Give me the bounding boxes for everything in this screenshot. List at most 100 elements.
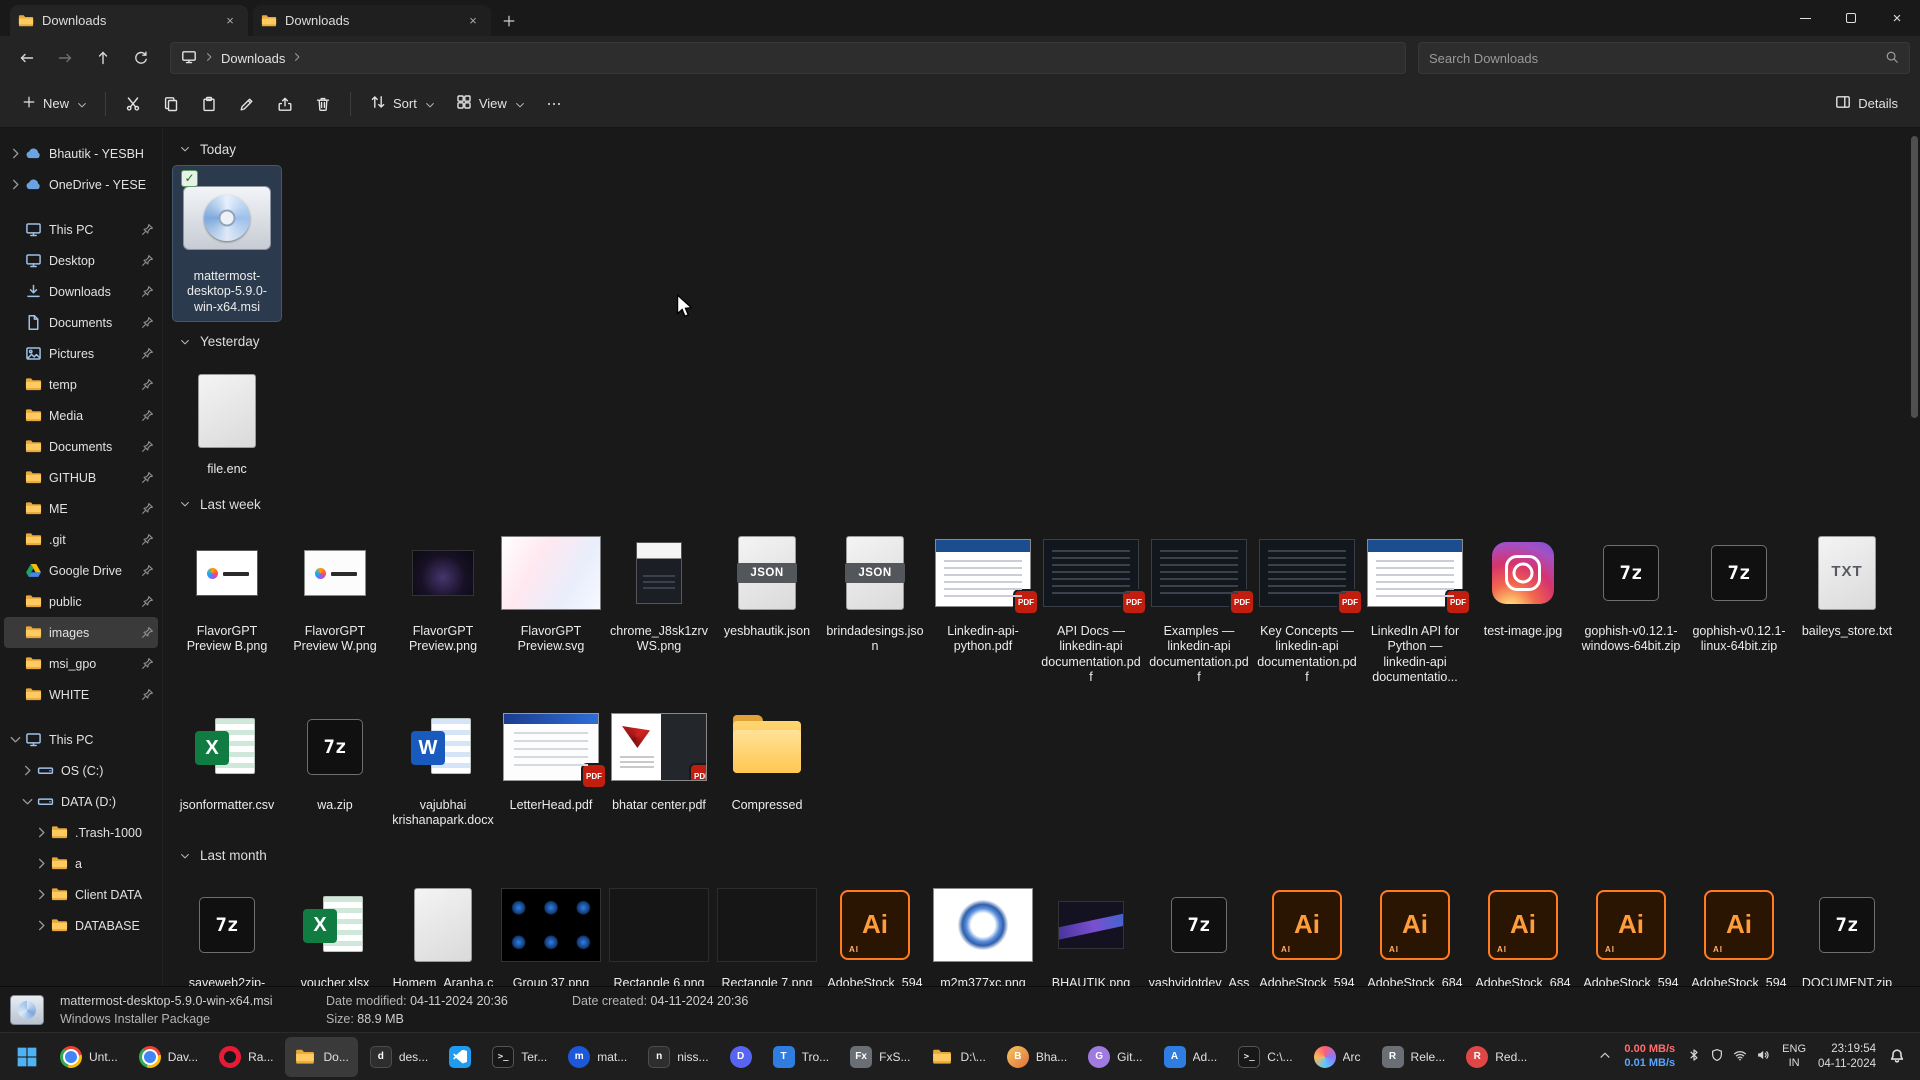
file-tile-flavorgpt-preview-w-png[interactable]: FlavorGPT Preview W.png [281, 521, 389, 661]
address-input[interactable]: Downloads [170, 42, 1406, 74]
tray-shield[interactable] [1710, 1048, 1724, 1065]
sidebar-item-documents[interactable]: Documents [4, 307, 158, 338]
file-tile-vajubhai-krishanapark-docx[interactable]: W vajubhai krishanapark.docx [389, 695, 497, 835]
sidebar-item-temp[interactable]: temp [4, 369, 158, 400]
back-button[interactable] [10, 42, 44, 74]
sidebar-item-a[interactable]: a [4, 848, 158, 879]
sidebar-item-this-pc[interactable]: This PC [4, 214, 158, 245]
taskbar-app-ter[interactable]: >_Ter... [483, 1037, 556, 1077]
taskbar-app-bha[interactable]: BBha... [998, 1037, 1076, 1077]
file-tile-yesbhautik-json[interactable]: JSON yesbhautik.json [713, 521, 821, 645]
sidebar-item-white[interactable]: WHITE [4, 679, 158, 710]
file-tile-linkedin-api-for-python-linkedin-api-documentatio[interactable]: PDF LinkedIn API for Python — linkedin-a… [1361, 521, 1469, 691]
sidebar-item-git[interactable]: .git [4, 524, 158, 555]
sidebar-item-database[interactable]: DATABASE [4, 910, 158, 941]
start-button[interactable] [6, 1037, 48, 1077]
group-header[interactable]: Last week [173, 487, 1908, 521]
file-tile-mattermost-desktop-5-9-0-win-x64-msi[interactable]: ✓ mattermost-desktop-5.9.0-win-x64.msi [173, 166, 281, 321]
file-tile-adobestock-594399656-ai[interactable]: Ai AdobeStock_594399656.ai [1685, 873, 1793, 987]
file-tile-adobestock-594399656-copy-ai[interactable]: Ai AdobeStock_594399656 - Copy.ai [1577, 873, 1685, 987]
file-tile-chrome-j8sk1zrvws-png[interactable]: chrome_J8sk1zrvWS.png [605, 521, 713, 661]
file-tile-wa-zip[interactable]: 7z wa.zip [281, 695, 389, 819]
file-tile-test-image-jpg[interactable]: test-image.jpg [1469, 521, 1577, 645]
paste-button[interactable] [191, 86, 227, 122]
notifications-bell-icon[interactable] [1888, 1046, 1906, 1067]
file-tile-adobestock-594399656-converted-copy-ai[interactable]: Ai AdobeStock_594399656 [Converted] copy… [1253, 873, 1361, 987]
group-header[interactable]: Yesterday [173, 325, 1908, 359]
close-button[interactable]: × [1874, 0, 1920, 36]
sidebar-item-bhautik-yesbh[interactable]: Bhautik - YESBH [4, 138, 158, 169]
file-tile-flavorgpt-preview-b-png[interactable]: FlavorGPT Preview B.png [173, 521, 281, 661]
file-tile-file-enc[interactable]: file.enc [173, 359, 281, 483]
file-tile-rectangle-7-png[interactable]: Rectangle 7.png [713, 873, 821, 987]
sort-button[interactable]: Sort [360, 86, 444, 122]
file-tile-yashvidotdev-assignmentrepo-main-zip[interactable]: 7z yashvidotdev_AssignmentRepo-main.zip [1145, 873, 1253, 987]
file-tile-voucher-xlsx[interactable]: X voucher.xlsx [281, 873, 389, 987]
file-tile-key-concepts-linkedin-api-documentation-pdf[interactable]: PDF Key Concepts — linkedin-api document… [1253, 521, 1361, 691]
file-tile-adobestock-684401528-ai[interactable]: Ai AdobeStock_684401528.ai [1469, 873, 1577, 987]
file-tile-homem-aranha-cdr[interactable]: Homem_Aranha.cdr [389, 873, 497, 987]
forward-button[interactable] [48, 42, 82, 74]
tray-expand-icon[interactable] [1598, 1048, 1612, 1065]
file-tile-brindadesings-json[interactable]: JSON brindadesings.json [821, 521, 929, 661]
sidebar-item-client-data[interactable]: Client DATA [4, 879, 158, 910]
new-button[interactable]: New [12, 86, 96, 122]
tray-bluetooth[interactable] [1687, 1048, 1701, 1065]
taskbar-app-ra[interactable]: Ra... [210, 1037, 282, 1077]
copy-button[interactable] [153, 86, 189, 122]
taskbar-app-discord[interactable]: D [721, 1037, 761, 1077]
sidebar-item-pictures[interactable]: Pictures [4, 338, 158, 369]
file-tile-group-37-png[interactable]: Group 37.png [497, 873, 605, 987]
taskbar-app-des[interactable]: ddes... [361, 1037, 437, 1077]
sidebar-item-this-pc[interactable]: This PC [4, 724, 158, 755]
file-tile-bhatar-center-pdf[interactable]: PDF bhatar center.pdf [605, 695, 713, 819]
sidebar-item-downloads[interactable]: Downloads [4, 276, 158, 307]
sidebar-item-images[interactable]: images [4, 617, 158, 648]
taskbar-app-arc[interactable]: Arc [1305, 1037, 1370, 1077]
file-tile-linkedin-api-python-pdf[interactable]: PDF Linkedin-api-python.pdf [929, 521, 1037, 661]
sidebar-item-github[interactable]: GITHUB [4, 462, 158, 493]
taskbar-app-rele[interactable]: RRele... [1373, 1037, 1455, 1077]
file-tile-compressed[interactable]: Compressed [713, 695, 821, 819]
new-tab-button[interactable] [493, 5, 525, 36]
net-speed-indicator[interactable]: 0.00 MB/s 0.01 MB/s [1624, 1043, 1675, 1071]
file-list-area[interactable]: Today ✓ mattermost-desktop-5.9.0-win-x64… [162, 128, 1920, 986]
file-tile-examples-linkedin-api-documentation-pdf[interactable]: PDF Examples — linkedin-api documentatio… [1145, 521, 1253, 691]
file-tile-flavorgpt-preview-svg[interactable]: FlavorGPT Preview.svg [497, 521, 605, 661]
up-button[interactable] [86, 42, 120, 74]
file-tile-bhautik-png[interactable]: BHAUTIK.png [1037, 873, 1145, 987]
file-tile-saveweb2zip-com-www-harness-io-zip[interactable]: 7z saveweb2zip-com-www-harness-io.zip [173, 873, 281, 987]
view-button[interactable]: View [446, 86, 534, 122]
search-box[interactable] [1418, 42, 1910, 74]
file-tile-flavorgpt-preview-png[interactable]: FlavorGPT Preview.png [389, 521, 497, 661]
tray-volume[interactable] [1756, 1048, 1770, 1065]
share-button[interactable] [267, 86, 303, 122]
language-indicator[interactable]: ENG IN [1782, 1043, 1806, 1071]
taskbar-app-fxs[interactable]: FxFxS... [841, 1037, 919, 1077]
sidebar-item-trash-1000[interactable]: .Trash-1000 [4, 817, 158, 848]
group-header[interactable]: Last month [173, 839, 1908, 873]
file-tile-letterhead-pdf[interactable]: PDF LetterHead.pdf [497, 695, 605, 819]
cut-button[interactable] [115, 86, 151, 122]
file-tile-m2m377xc-png[interactable]: m2m377xc.png [929, 873, 1037, 987]
clock[interactable]: 23:19:54 04-11-2024 [1818, 1042, 1876, 1072]
file-tile-adobestock-594399656-converted-ai[interactable]: Ai AdobeStock_594399656 [Converted].ai [821, 873, 929, 987]
explorer-tab-downloads[interactable]: Downloads × [10, 5, 248, 36]
search-input[interactable] [1429, 51, 1877, 66]
taskbar-app-ad[interactable]: AAd... [1155, 1037, 1227, 1077]
sidebar-item-onedrive-yese[interactable]: OneDrive - YESE [4, 169, 158, 200]
group-header[interactable]: Today [173, 132, 1908, 166]
file-tile-jsonformatter-csv[interactable]: X jsonformatter.csv [173, 695, 281, 819]
vertical-scrollbar[interactable] [1911, 136, 1918, 978]
taskbar-app-red[interactable]: RRed... [1457, 1037, 1536, 1077]
explorer-tab-downloads[interactable]: Downloads × [253, 5, 491, 36]
taskbar-app-niss[interactable]: nniss... [639, 1037, 717, 1077]
sidebar-item-me[interactable]: ME [4, 493, 158, 524]
breadcrumb[interactable]: Downloads [221, 51, 285, 66]
taskbar-app-unt[interactable]: Unt... [51, 1037, 127, 1077]
taskbar-app-d[interactable]: D:\... [922, 1037, 994, 1077]
checkbox-icon[interactable]: ✓ [181, 170, 198, 187]
sidebar-item-media[interactable]: Media [4, 400, 158, 431]
file-tile-api-docs-linkedin-api-documentation-pdf[interactable]: PDF API Docs — linkedin-api documentatio… [1037, 521, 1145, 691]
sidebar-item-public[interactable]: public [4, 586, 158, 617]
